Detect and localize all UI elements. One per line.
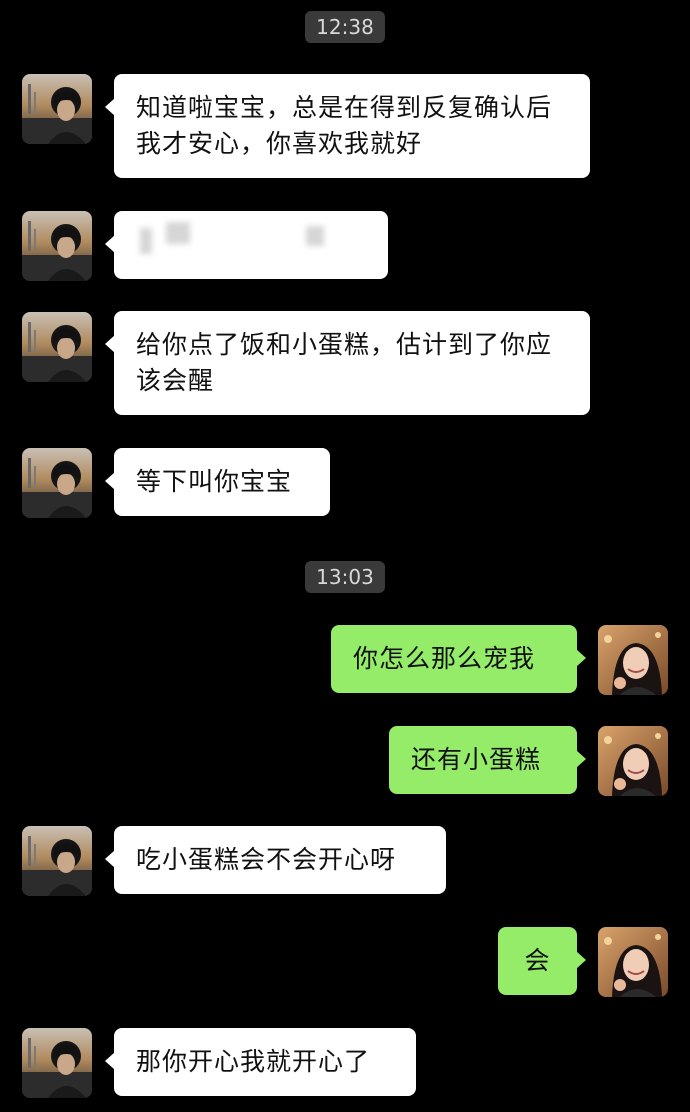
boy-avatar[interactable] <box>22 74 92 144</box>
incoming-message[interactable]: 等下叫你宝宝 <box>105 448 330 516</box>
girl-avatar[interactable] <box>598 927 668 997</box>
timestamp-1238: 12:38 <box>305 11 385 43</box>
timestamp-1303: 13:03 <box>305 561 385 593</box>
girl-avatar[interactable] <box>598 625 668 695</box>
girl-avatar[interactable] <box>598 726 668 796</box>
outgoing-message[interactable]: 你怎么那么宠我 <box>331 625 586 693</box>
redaction-blur <box>140 228 152 254</box>
incoming-message[interactable]: 知道啦宝宝，总是在得到反复确认后我才安心，你喜欢我就好 <box>105 74 590 178</box>
boy-avatar[interactable] <box>22 1028 92 1098</box>
outgoing-message[interactable]: 会 <box>498 927 586 995</box>
outgoing-message[interactable]: 还有小蛋糕 <box>389 726 586 794</box>
boy-avatar[interactable] <box>22 448 92 518</box>
boy-avatar[interactable] <box>22 826 92 896</box>
redacted-message[interactable] <box>105 211 388 279</box>
boy-avatar[interactable] <box>22 211 92 281</box>
redaction-blur <box>166 222 190 244</box>
incoming-message[interactable]: 吃小蛋糕会不会开心呀 <box>105 826 446 894</box>
incoming-message[interactable]: 给你点了饭和小蛋糕，估计到了你应该会醒 <box>105 311 590 415</box>
redaction-blur <box>306 226 324 246</box>
incoming-message[interactable]: 那你开心我就开心了 <box>105 1028 416 1096</box>
boy-avatar[interactable] <box>22 312 92 382</box>
